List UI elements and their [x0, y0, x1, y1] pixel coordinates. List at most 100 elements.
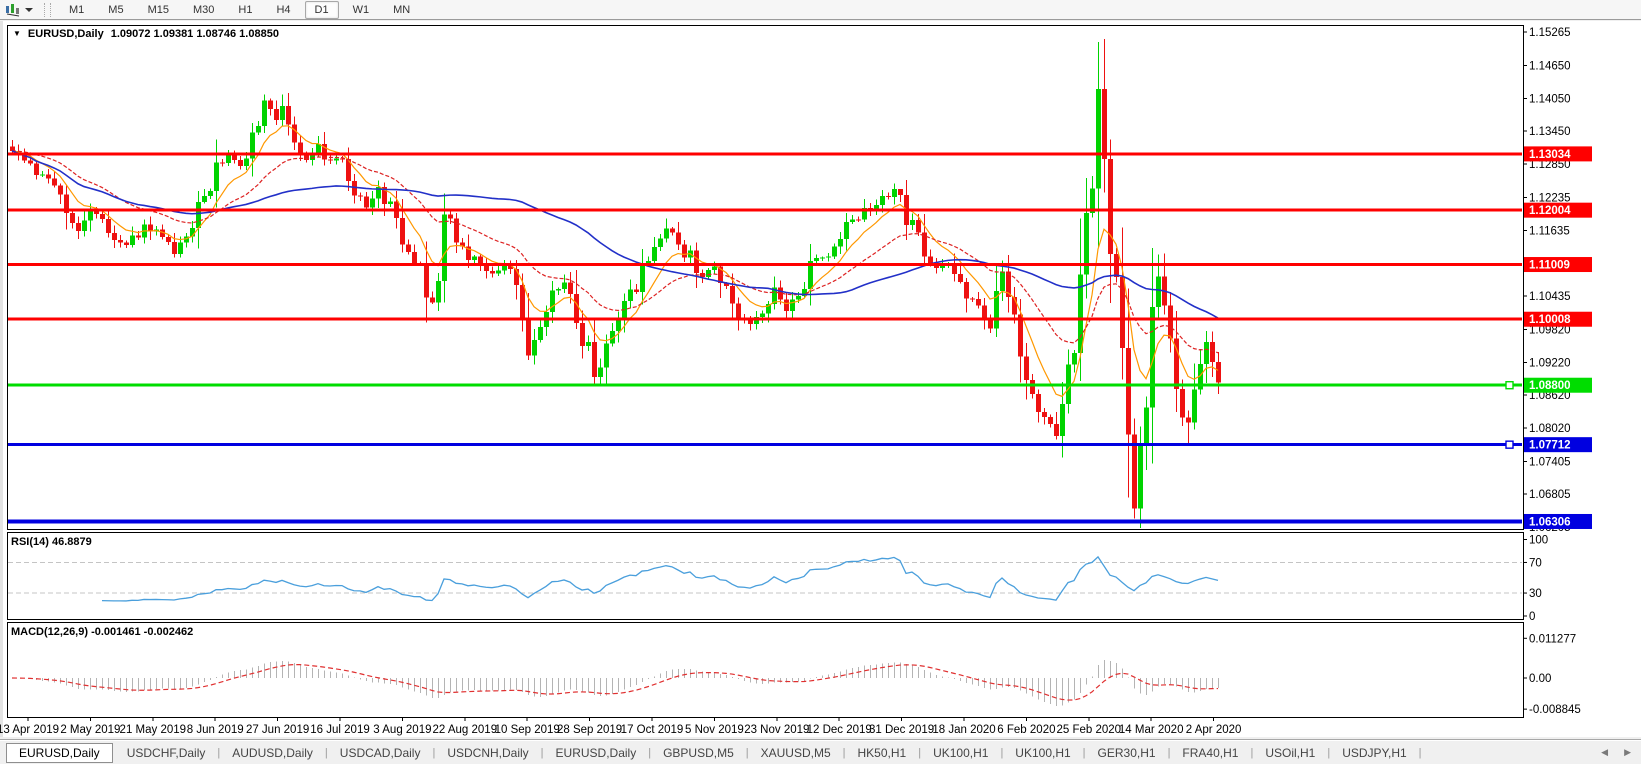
- chart-tab-hk50-h1[interactable]: HK50,H1: [850, 744, 915, 762]
- chart-tab-usdchf-daily[interactable]: USDCHF,Daily: [119, 744, 214, 762]
- price-tick-label: 1.14050: [1529, 93, 1571, 105]
- svg-text:100: 100: [1529, 535, 1548, 547]
- timeframe-button-W1[interactable]: W1: [343, 1, 380, 19]
- chart-type-button[interactable]: [2, 2, 36, 18]
- date-tick-label: 23 Nov 2019: [744, 724, 809, 736]
- date-tick-label: 18 Jan 2020: [932, 724, 995, 736]
- svg-text:0: 0: [1529, 611, 1535, 623]
- tab-separator: |: [746, 747, 749, 759]
- price-tick-label: 1.06805: [1529, 489, 1571, 501]
- price-tick-label: 1.08020: [1529, 423, 1571, 435]
- tab-separator: |: [432, 747, 435, 759]
- tab-separator: |: [541, 747, 544, 759]
- price-tag-1.07712: 1.07712: [1524, 437, 1592, 452]
- tab-separator: |: [1419, 747, 1422, 759]
- price-tag-1.13034: 1.13034: [1524, 146, 1592, 161]
- price-tag-1.08800: 1.08800: [1524, 378, 1592, 393]
- scroll-left-icon[interactable]: ◀: [1601, 748, 1608, 757]
- svg-text:0.011277: 0.011277: [1529, 633, 1576, 645]
- chart-tab-fra40-h1[interactable]: FRA40,H1: [1174, 744, 1246, 762]
- chart-menu-arrow-icon[interactable]: ▼: [13, 30, 21, 38]
- date-tick-label: 12 Dec 2019: [807, 724, 872, 736]
- line-drag-handle[interactable]: [1506, 441, 1513, 448]
- toolbar-grip-handle[interactable]: [44, 3, 51, 17]
- tab-scroll-arrows: ◀ ▶: [1601, 740, 1631, 764]
- date-tick-label: 2 Apr 2020: [1186, 724, 1242, 736]
- chart-tab-eurusd-daily[interactable]: EURUSD,Daily: [548, 744, 645, 762]
- date-tick-label: 16 Jul 2019: [310, 724, 369, 736]
- date-tick-label: 14 Mar 2020: [1119, 724, 1184, 736]
- price-tick-label: 1.11635: [1529, 225, 1570, 237]
- date-tick-label: 10 Sep 2019: [495, 724, 560, 736]
- chart-tab-usdcnh-daily[interactable]: USDCNH,Daily: [439, 744, 536, 762]
- macd-indicator-label: MACD(12,26,9) -0.001461 -0.002462: [11, 626, 193, 638]
- panel-frames: [8, 26, 1524, 718]
- chart-tab-uk100-h1[interactable]: UK100,H1: [925, 744, 996, 762]
- date-tick-label: 31 Dec 2019: [869, 724, 934, 736]
- chart-tab-xauusd-m5[interactable]: XAUUSD,M5: [753, 744, 839, 762]
- chart-ohlc-values: 1.09072 1.09381 1.08746 1.08850: [111, 28, 279, 40]
- price-tick-label: 1.13450: [1529, 126, 1571, 138]
- line-drag-handle[interactable]: [1506, 382, 1513, 389]
- svg-text:1.11009: 1.11009: [1529, 260, 1570, 272]
- chart-tab-usdcad-daily[interactable]: USDCAD,Daily: [332, 744, 429, 762]
- tab-separator: |: [1168, 747, 1171, 759]
- tab-separator: |: [918, 747, 921, 759]
- chart-symbol-label: EURUSD,Daily: [28, 28, 104, 40]
- svg-text:1.07712: 1.07712: [1529, 440, 1571, 452]
- timeframe-button-M5[interactable]: M5: [98, 1, 133, 19]
- rsi-indicator-label: RSI(14) 46.8879: [11, 536, 92, 548]
- svg-text:1.08800: 1.08800: [1529, 380, 1571, 392]
- date-tick-label: 5 Nov 2019: [685, 724, 744, 736]
- chart-tab-gbpusd-m5[interactable]: GBPUSD,M5: [655, 744, 742, 762]
- price-tick-label: 1.14650: [1529, 61, 1571, 73]
- timeframe-toolbar: M1M5 M15M30H1H4 D1W1MN: [0, 0, 1641, 20]
- timeframe-button-H1[interactable]: H1: [228, 1, 262, 19]
- price-tick-label: 1.10435: [1529, 291, 1571, 303]
- tab-separator: |: [648, 747, 651, 759]
- chart-title: ▼ EURUSD,Daily 1.09072 1.09381 1.08746 1…: [13, 28, 279, 40]
- price-tick-label: 1.15265: [1529, 27, 1571, 39]
- chart-tab-uk100-h1[interactable]: UK100,H1: [1007, 744, 1078, 762]
- svg-text:0.00: 0.00: [1529, 673, 1551, 685]
- date-tick-label: 3 Aug 2019: [373, 724, 431, 736]
- svg-text:70: 70: [1529, 557, 1542, 569]
- date-tick-label: 25 Feb 2020: [1057, 724, 1122, 736]
- price-tick-label: 1.07405: [1529, 456, 1571, 468]
- timeframe-button-M30[interactable]: M30: [183, 1, 224, 19]
- price-tag-1.11009: 1.11009: [1524, 257, 1592, 272]
- timeframe-button-D1[interactable]: D1: [305, 1, 339, 19]
- svg-text:-0.008845: -0.008845: [1529, 704, 1581, 716]
- chevron-down-icon: [25, 8, 33, 12]
- chart-tab-usoil-h1[interactable]: USOil,H1: [1257, 744, 1323, 762]
- timeframe-buttons: M1M5 M15M30H1H4 D1W1MN: [57, 1, 422, 19]
- timeframe-button-H4[interactable]: H4: [266, 1, 300, 19]
- chart-tab-eurusd-daily[interactable]: EURUSD,Daily: [6, 743, 113, 763]
- svg-text:1.12004: 1.12004: [1529, 205, 1571, 217]
- svg-text:1.06306: 1.06306: [1529, 516, 1571, 528]
- tab-separator: |: [1000, 747, 1003, 759]
- timeframe-button-MN[interactable]: MN: [383, 1, 420, 19]
- chart-tabs: EURUSD,DailyUSDCHF,Daily|AUDUSD,Daily|US…: [0, 743, 1426, 763]
- date-tick-label: 21 May 2019: [120, 724, 187, 736]
- price-tag-1.06306: 1.06306: [1524, 514, 1592, 529]
- chart-tab-ger30-h1[interactable]: GER30,H1: [1090, 744, 1164, 762]
- chart-area[interactable]: 1.152651.146501.140501.134501.128501.122…: [0, 0, 1641, 764]
- date-tick-label: 28 Sep 2019: [557, 724, 622, 736]
- scroll-right-icon[interactable]: ▶: [1624, 748, 1631, 757]
- tab-separator: |: [1327, 747, 1330, 759]
- svg-text:1.10008: 1.10008: [1529, 314, 1571, 326]
- timeframe-button-M1[interactable]: M1: [59, 1, 94, 19]
- tab-separator: |: [217, 747, 220, 759]
- date-tick-label: 8 Jun 2019: [187, 724, 244, 736]
- price-tag-1.12004: 1.12004: [1524, 203, 1592, 218]
- date-tick-label: 13 Apr 2019: [0, 724, 59, 736]
- svg-text:1.13034: 1.13034: [1529, 149, 1571, 161]
- date-tick-label: 22 Aug 2019: [433, 724, 498, 736]
- chart-tab-usdjpy-h1[interactable]: USDJPY,H1: [1334, 744, 1414, 762]
- chart-tab-audusd-daily[interactable]: AUDUSD,Daily: [224, 744, 321, 762]
- timeframe-button-M15[interactable]: M15: [138, 1, 179, 19]
- svg-text:30: 30: [1529, 588, 1542, 600]
- price-tag-1.10008: 1.10008: [1524, 312, 1592, 327]
- date-tick-label: 2 May 2019: [60, 724, 120, 736]
